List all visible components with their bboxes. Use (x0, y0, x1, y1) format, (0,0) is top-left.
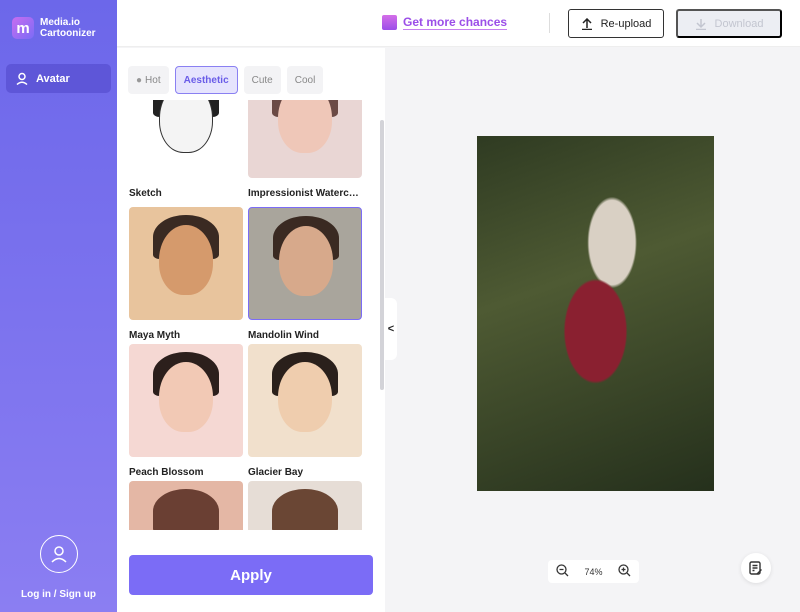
apply-button[interactable]: Apply (129, 555, 373, 595)
style-label: Peach Blossom (129, 467, 204, 478)
style-card-glacier-bay[interactable]: Glacier Bay (248, 344, 362, 478)
download-label: Download (714, 17, 764, 30)
gift-icon (382, 15, 397, 30)
logo-icon: m (12, 17, 34, 39)
app-subname: Cartoonizer (40, 28, 96, 39)
user-icon (16, 72, 28, 85)
avatar-icon (39, 535, 78, 573)
tab-label: Cute (251, 74, 273, 86)
style-card-peach-blossom[interactable]: Peach Blossom (129, 344, 243, 478)
reupload-label: Re-upload (600, 17, 652, 30)
zoom-out-icon[interactable] (556, 564, 569, 579)
header: Get more chances Re-upload Download (117, 0, 800, 47)
login-label: Log in / Sign up (21, 589, 96, 600)
style-card-mandolin-wind[interactable]: Mandolin Wind (248, 207, 362, 341)
style-panel: ● Hot Aesthetic Cute Cool Sketch Impressi… (117, 48, 385, 612)
divider (549, 13, 550, 33)
collapse-panel-button[interactable]: < (385, 298, 397, 360)
preview-image (477, 136, 714, 491)
tab-aesthetic[interactable]: Aesthetic (174, 66, 238, 94)
download-icon (695, 18, 706, 30)
app-logo[interactable]: m Media.io Cartoonizer (12, 17, 96, 39)
sidebar-item-avatar[interactable]: Avatar (6, 64, 111, 93)
chevron-left-icon: < (387, 323, 395, 335)
style-label: Mandolin Wind (248, 330, 320, 341)
app-name: Media.io (40, 17, 81, 28)
style-tabs: ● Hot Aesthetic Cute Cool (128, 66, 324, 94)
sidebar-item-label: Avatar (36, 72, 70, 85)
zoom-control: 74% (548, 560, 639, 583)
style-card-sketch[interactable]: Sketch (129, 100, 243, 199)
tab-label: Hot (145, 74, 161, 86)
style-label: Impressionist Watercolor (248, 188, 362, 199)
zoom-level: 74% (584, 566, 603, 577)
style-label: Maya Myth (129, 330, 181, 341)
login-button[interactable]: Log in / Sign up (0, 535, 117, 600)
note-edit-icon (749, 560, 762, 575)
get-more-chances-link[interactable]: Get more chances (382, 15, 508, 30)
chances-label: Get more chances (403, 15, 508, 30)
style-card[interactable] (248, 481, 362, 530)
zoom-in-icon[interactable] (618, 564, 631, 579)
tab-label: Aesthetic (183, 74, 229, 86)
tab-cool[interactable]: Cool (286, 66, 324, 94)
tab-hot[interactable]: ● Hot (128, 66, 169, 94)
sidebar: m Media.io Cartoonizer Avatar Log in / Si… (0, 0, 117, 612)
upload-icon (581, 17, 592, 30)
style-label: Glacier Bay (248, 467, 304, 478)
reupload-button[interactable]: Re-upload (568, 9, 664, 38)
style-card[interactable] (129, 481, 243, 530)
feedback-button[interactable] (741, 553, 771, 583)
download-button[interactable]: Download (676, 9, 782, 38)
style-label: Sketch (129, 188, 162, 199)
flame-icon: ● (136, 74, 143, 86)
style-card-impressionist-watercolor[interactable]: Impressionist Watercolor (248, 100, 362, 199)
tab-label: Cool (294, 74, 316, 86)
style-grid: Sketch Impressionist Watercolor Maya Myt… (129, 100, 365, 530)
style-card-maya-myth[interactable]: Maya Myth (129, 207, 243, 341)
scrollbar[interactable] (380, 120, 384, 390)
tab-cute[interactable]: Cute (243, 66, 281, 94)
